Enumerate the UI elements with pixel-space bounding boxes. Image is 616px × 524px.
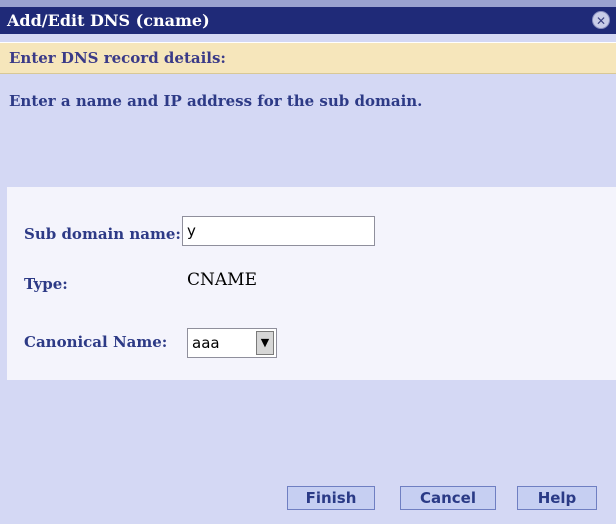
chevron-down-icon[interactable]: ▼: [256, 331, 274, 355]
help-button[interactable]: Help: [517, 486, 597, 510]
dialog-window: Add/Edit DNS (cname) ✕ Enter DNS record …: [0, 0, 616, 524]
finish-button[interactable]: Finish: [287, 486, 375, 510]
section-header-text: Enter DNS record details:: [9, 49, 226, 67]
background-strip: [0, 0, 616, 7]
subdomain-input-value: y: [187, 222, 196, 240]
cancel-button[interactable]: Cancel: [400, 486, 496, 510]
dialog-titlebar[interactable]: Add/Edit DNS (cname): [0, 7, 616, 34]
intro-text: Enter a name and IP address for the sub …: [9, 92, 423, 110]
section-header: Enter DNS record details:: [0, 42, 616, 74]
canonical-name-select[interactable]: aaa ▼: [187, 328, 277, 358]
canonical-name-value: aaa: [192, 334, 220, 352]
subdomain-label: Sub domain name:: [24, 225, 181, 243]
type-label: Type:: [24, 275, 68, 293]
close-icon[interactable]: ✕: [592, 11, 610, 29]
dialog-title: Add/Edit DNS (cname): [7, 11, 210, 30]
canonical-name-label: Canonical Name:: [24, 333, 168, 351]
type-value: CNAME: [187, 270, 257, 290]
subdomain-input[interactable]: y: [182, 216, 375, 246]
